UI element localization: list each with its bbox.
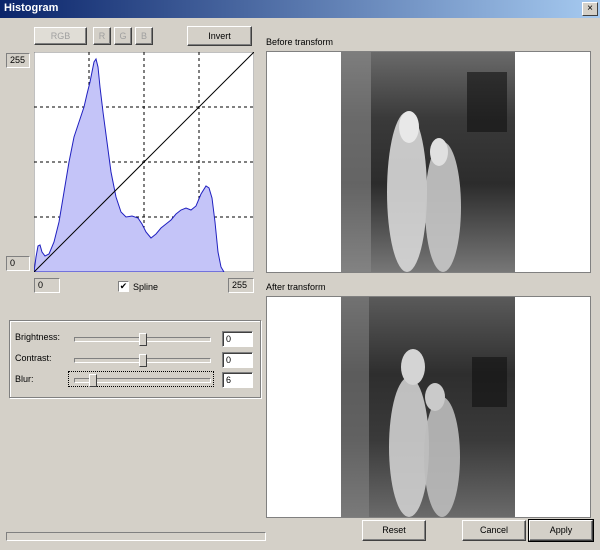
checkmark-icon: ✔ <box>119 281 128 291</box>
channel-g-button[interactable]: G <box>114 27 132 45</box>
close-button[interactable]: × <box>582 2 598 16</box>
contrast-slider-thumb[interactable] <box>138 354 147 367</box>
apply-label: Apply <box>549 525 573 535</box>
invert-button[interactable]: Invert <box>187 26 252 46</box>
spline-label: Spline <box>133 282 159 292</box>
invert-label: Invert <box>208 31 231 41</box>
before-transform-label: Before transform <box>266 37 334 47</box>
after-transform-panel <box>266 296 591 518</box>
x-min-label: 0 <box>34 278 60 293</box>
contrast-label: Contrast: <box>15 353 52 363</box>
reset-label: Reset <box>382 525 406 535</box>
channel-b-button[interactable]: B <box>135 27 153 45</box>
y-max-label: 255 <box>6 53 30 68</box>
cancel-label: Cancel <box>479 525 508 535</box>
spline-checkbox[interactable]: ✔ <box>118 281 129 292</box>
blur-input[interactable]: 6 <box>222 372 253 388</box>
close-icon: × <box>587 3 593 14</box>
brightness-input[interactable]: 0 <box>222 331 253 347</box>
apply-button[interactable]: Apply <box>528 519 594 542</box>
after-transform-label: After transform <box>266 282 326 292</box>
y-min-label: 0 <box>6 256 30 271</box>
channel-rgb-button[interactable]: RGB <box>34 27 87 45</box>
brightness-label: Brightness: <box>15 332 61 342</box>
cancel-button[interactable]: Cancel <box>462 520 526 541</box>
after-preview-image <box>341 297 515 517</box>
channel-g-label: G <box>119 31 127 41</box>
blur-label: Blur: <box>15 374 34 384</box>
title-bar: Histogram × <box>0 0 600 18</box>
contrast-input[interactable]: 0 <box>222 352 253 368</box>
brightness-slider-thumb[interactable] <box>138 333 147 346</box>
channel-b-label: B <box>140 31 147 41</box>
window-title: Histogram <box>4 2 59 14</box>
channel-rgb-label: RGB <box>50 31 71 41</box>
channel-r-label: R <box>98 31 106 41</box>
histogram-curve-editor[interactable] <box>34 52 254 272</box>
blur-slider-thumb[interactable] <box>89 374 98 387</box>
channel-r-button[interactable]: R <box>93 27 111 45</box>
reset-button[interactable]: Reset <box>362 520 426 541</box>
before-transform-panel <box>266 51 591 273</box>
progress-bar <box>6 532 266 541</box>
before-preview-image <box>341 52 515 272</box>
x-max-label: 255 <box>228 278 254 293</box>
